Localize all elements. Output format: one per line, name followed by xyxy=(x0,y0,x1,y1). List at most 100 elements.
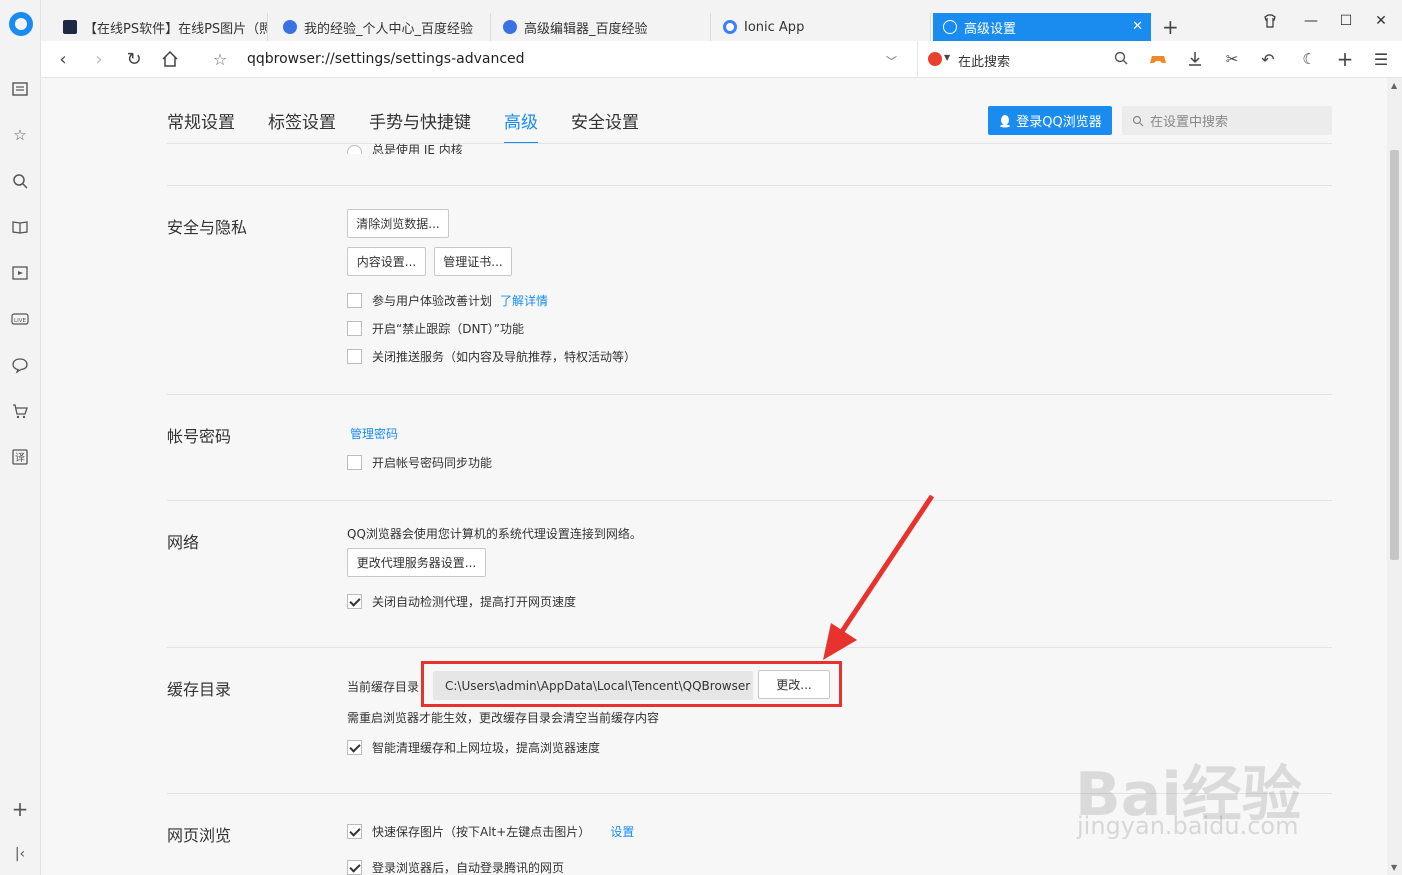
bookmark-star-icon[interactable]: ☆ xyxy=(209,48,231,70)
star-icon[interactable]: ☆ xyxy=(9,124,31,146)
svg-text:LIVE: LIVE xyxy=(14,318,26,324)
manage-password-link[interactable]: 管理密码 xyxy=(350,425,398,442)
auto-proxy-option[interactable]: 关闭自动检测代理，提高打开网页速度 xyxy=(347,593,576,610)
scrollbar-thumb[interactable] xyxy=(1390,150,1399,560)
learn-more-link[interactable]: 了解详情 xyxy=(500,292,548,309)
section-title-cache: 缓存目录 xyxy=(167,680,232,699)
password-sync-option[interactable]: 开启帐号密码同步功能 xyxy=(347,454,492,471)
chat-icon[interactable] xyxy=(9,354,31,376)
login-label: 登录QQ浏览器 xyxy=(1016,115,1102,130)
login-qq-button[interactable]: 登录QQ浏览器 xyxy=(988,106,1112,135)
annotation-highlight-box xyxy=(421,661,842,707)
divider xyxy=(167,500,1332,501)
checkbox-checked[interactable] xyxy=(347,740,362,755)
chevron-down-icon[interactable]: ▼ xyxy=(944,53,950,62)
address-bar[interactable]: qqbrowser://settings/settings-advanced xyxy=(247,51,525,67)
forward-icon[interactable]: › xyxy=(88,48,110,70)
url-dropdown-icon[interactable]: ﹀ xyxy=(886,53,897,69)
minimize-icon[interactable]: — xyxy=(1299,10,1323,32)
svg-text:译: 译 xyxy=(15,452,25,464)
search-engine-box[interactable]: ▼ 在此搜索 xyxy=(917,41,1137,78)
download-icon[interactable] xyxy=(1184,48,1206,70)
radio-button[interactable] xyxy=(347,145,362,154)
settings-page: 常规设置 标签设置 手势与快捷键 高级 安全设置 登录QQ浏览器 在设置中搜索 … xyxy=(41,78,1387,875)
scroll-down-icon[interactable]: ▼ xyxy=(1391,863,1397,872)
tab-label: 我的经验_个人中心_百度经验 xyxy=(304,21,474,37)
proxy-settings-button[interactable]: 更改代理服务器设置... xyxy=(347,548,486,577)
checkbox-checked[interactable] xyxy=(347,824,362,839)
checkbox[interactable] xyxy=(347,455,362,470)
back-icon[interactable]: ‹ xyxy=(52,48,74,70)
settings-search-input[interactable]: 在设置中搜索 xyxy=(1122,106,1332,135)
search-input[interactable]: 在此搜索 xyxy=(958,51,1010,70)
checkbox[interactable] xyxy=(347,321,362,336)
reader-icon[interactable] xyxy=(9,78,31,100)
tab-tabs[interactable]: 标签设置 xyxy=(268,108,336,144)
settings-search-placeholder: 在设置中搜索 xyxy=(1150,115,1229,130)
smart-clean-option[interactable]: 智能清理缓存和上网垃圾，提高浏览器速度 xyxy=(347,739,600,756)
new-tab-icon[interactable]: + xyxy=(1162,15,1179,39)
manage-certs-button[interactable]: 管理证书... xyxy=(434,247,512,276)
night-mode-icon[interactable]: ☾ xyxy=(1298,48,1320,70)
ionic-icon xyxy=(723,20,737,34)
tab-ps-online[interactable]: 【在线PS软件】在线PS图片（照 xyxy=(53,13,268,41)
home-icon[interactable] xyxy=(159,48,181,70)
close-window-icon[interactable]: ✕ xyxy=(1369,10,1393,32)
scissors-icon[interactable]: ✂ xyxy=(1221,48,1243,70)
tab-advanced-editor[interactable]: 高级编辑器_百度经验 xyxy=(493,13,711,41)
ie-kernel-option[interactable]: 总是使用 IE 内核 xyxy=(347,140,463,154)
add-icon[interactable]: + xyxy=(9,797,31,821)
left-sidebar: ☆ LIVE 译 + |‹ xyxy=(0,0,41,875)
add-icon[interactable]: + xyxy=(1334,47,1356,71)
search-icon[interactable] xyxy=(9,170,31,192)
clear-data-button[interactable]: 清除浏览数据... xyxy=(347,209,449,238)
section-title-browsing: 网页浏览 xyxy=(167,826,232,845)
reload-icon[interactable]: ↻ xyxy=(123,48,145,70)
search-icon[interactable] xyxy=(1113,50,1129,66)
settings-gear-icon xyxy=(943,20,957,34)
content-settings-button[interactable]: 内容设置... xyxy=(347,247,426,276)
settings-nav: 常规设置 标签设置 手势与快捷键 高级 安全设置 xyxy=(167,108,672,144)
push-service-option[interactable]: 关闭推送服务（如内容及导航推荐，特权活动等） xyxy=(347,348,636,365)
live-icon[interactable]: LIVE xyxy=(9,308,31,330)
book-icon[interactable] xyxy=(9,216,31,238)
sogou-logo-icon xyxy=(928,52,942,66)
tab-jingyan-personal[interactable]: 我的经验_个人中心_百度经验 xyxy=(273,13,491,41)
checkbox-checked[interactable] xyxy=(347,860,362,875)
auto-login-option[interactable]: 登录浏览器后，自动登录腾讯的网页 xyxy=(347,859,564,875)
tab-label: 【在线PS软件】在线PS图片（照 xyxy=(84,21,268,37)
vertical-scrollbar[interactable]: ▲ ▼ xyxy=(1387,78,1402,875)
close-tab-icon[interactable]: ✕ xyxy=(1132,19,1143,34)
game-icon[interactable] xyxy=(1147,48,1169,70)
scroll-up-icon[interactable]: ▲ xyxy=(1391,81,1397,90)
checkbox-checked[interactable] xyxy=(347,594,362,609)
divider xyxy=(167,185,1332,186)
tab-security[interactable]: 安全设置 xyxy=(571,108,639,144)
quick-save-option[interactable]: 快速保存图片（按下Alt+左键点击图片） 设置 xyxy=(347,823,634,840)
qq-browser-logo-icon[interactable] xyxy=(9,12,33,36)
checkbox[interactable] xyxy=(347,349,362,364)
tab-advanced[interactable]: 高级 xyxy=(504,108,538,144)
checkbox[interactable] xyxy=(347,293,362,308)
collapse-sidebar-icon[interactable]: |‹ xyxy=(9,843,31,865)
address-toolbar: ‹ › ↻ ☆ qqbrowser://settings/settings-ad… xyxy=(41,41,1402,78)
skin-icon[interactable] xyxy=(1258,10,1282,32)
tab-label: 高级编辑器_百度经验 xyxy=(524,21,648,37)
tab-strip: 【在线PS软件】在线PS图片（照 我的经验_个人中心_百度经验 高级编辑器_百度… xyxy=(41,0,1402,41)
maximize-icon[interactable]: ☐ xyxy=(1334,10,1358,32)
menu-icon[interactable]: ☰ xyxy=(1370,48,1392,70)
quick-save-settings-link[interactable]: 设置 xyxy=(610,823,634,840)
tab-ionic-app[interactable]: Ionic App xyxy=(713,13,931,41)
translate-icon[interactable]: 译 xyxy=(9,446,31,468)
tab-gestures[interactable]: 手势与快捷键 xyxy=(369,108,471,144)
undo-icon[interactable]: ↶ xyxy=(1257,48,1279,70)
section-title-network: 网络 xyxy=(167,533,200,552)
search-icon xyxy=(1132,115,1144,126)
ux-plan-option[interactable]: 参与用户体验改善计划 了解详情 xyxy=(347,292,548,309)
video-icon[interactable] xyxy=(9,262,31,284)
tab-general[interactable]: 常规设置 xyxy=(167,108,235,144)
baidu-paw-icon xyxy=(283,20,297,34)
cart-icon[interactable] xyxy=(9,400,31,422)
dnt-option[interactable]: 开启“禁止跟踪（DNT）”功能 xyxy=(347,320,524,337)
tab-advanced-settings[interactable]: 高级设置 ✕ xyxy=(933,13,1151,41)
